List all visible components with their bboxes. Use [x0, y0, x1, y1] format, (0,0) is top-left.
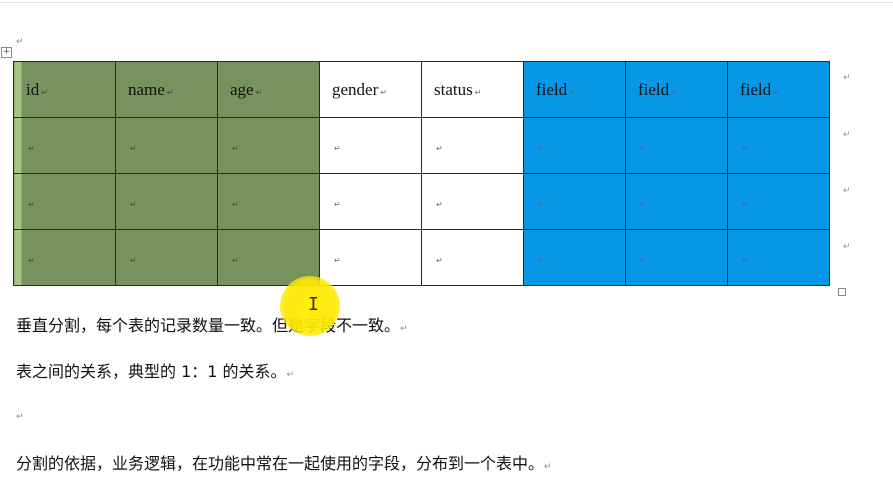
paragraph-3-empty[interactable]: ↵ — [16, 404, 24, 423]
cell-end-mark: ↵ — [671, 87, 678, 97]
table-cell[interactable]: ↵ — [625, 229, 728, 286]
cell-end-mark: ↵ — [640, 255, 647, 265]
table-header-cell[interactable]: field ↵ — [727, 61, 830, 118]
cell-end-mark: ↵ — [538, 255, 545, 265]
header-label: gender — [332, 79, 379, 99]
cell-end-mark: ↵ — [28, 143, 35, 153]
table-header-cell[interactable]: age ↵ — [217, 61, 320, 118]
data-table: id ↵ name ↵ age ↵ gender ↵ status ↵ field ↵ field ↵ fi… — [13, 61, 830, 286]
table-header-cell[interactable]: field ↵ — [625, 61, 728, 118]
header-label: status — [434, 79, 473, 99]
table-cell[interactable]: ↵ — [13, 117, 116, 174]
cell-end-mark: ↵ — [28, 199, 35, 209]
table-cell[interactable]: ↵ — [13, 229, 116, 286]
header-label: name — [128, 79, 165, 99]
row-end-mark: ↵ — [843, 130, 851, 140]
table-cell[interactable]: ↵ — [115, 173, 218, 230]
table-cell[interactable]: ↵ — [13, 173, 116, 230]
cell-end-mark: ↵ — [538, 199, 545, 209]
header-label: field — [638, 79, 670, 99]
header-label: field — [536, 79, 568, 99]
cell-end-mark: ↵ — [640, 199, 647, 209]
cell-end-mark: ↵ — [255, 87, 263, 97]
cell-end-mark: ↵ — [474, 87, 482, 97]
table-row: ↵ ↵ ↵ ↵ ↵ ↵ ↵ ↵ — [13, 173, 830, 230]
table-move-handle-icon[interactable]: + — [1, 47, 12, 58]
paragraph-mark: ↵ — [16, 412, 24, 422]
row-end-mark: ↵ — [843, 242, 851, 252]
cell-end-mark: ↵ — [569, 87, 576, 97]
paragraph-mark: ↵ — [16, 37, 24, 47]
table-cell[interactable]: ↵ — [421, 229, 524, 286]
table-cell[interactable]: ↵ — [523, 229, 626, 286]
cell-end-mark: ↵ — [436, 255, 443, 265]
paragraph-2[interactable]: 表之间的关系，典型的 1：1 的关系。↵ — [16, 358, 294, 382]
paragraph-text: 垂直分割，每个表的记录数量一致。但是字段不一致。 — [16, 316, 401, 335]
cell-end-mark: ↵ — [232, 255, 239, 265]
paragraph-text: 分割的依据，业务逻辑，在功能中常在一起使用的字段，分布到一个表中。 — [16, 454, 545, 473]
cell-end-mark: ↵ — [538, 143, 545, 153]
cell-end-mark: ↵ — [334, 199, 341, 209]
table-cell[interactable]: ↵ — [625, 117, 728, 174]
table-header-cell[interactable]: gender ↵ — [319, 61, 422, 118]
cell-end-mark: ↵ — [130, 199, 137, 209]
table-row: ↵ ↵ ↵ ↵ ↵ ↵ ↵ ↵ — [13, 229, 830, 286]
header-label: age — [230, 79, 254, 99]
cell-end-mark: ↵ — [742, 143, 749, 153]
cell-end-mark: ↵ — [742, 255, 749, 265]
table-cell[interactable]: ↵ — [319, 173, 422, 230]
cell-end-mark: ↵ — [334, 255, 341, 265]
text-cursor-icon: I — [308, 294, 319, 315]
header-label: id — [26, 79, 40, 99]
table-header-row: id ↵ name ↵ age ↵ gender ↵ status ↵ field ↵ field ↵ fi… — [13, 61, 830, 118]
table-header-cell[interactable]: name ↵ — [115, 61, 218, 118]
table-cell[interactable]: ↵ — [421, 117, 524, 174]
document-page: + ↵ id ↵ name ↵ age ↵ gender ↵ status ↵ field ↵ fiel… — [0, 0, 893, 482]
table-cell[interactable]: ↵ — [217, 117, 320, 174]
cell-end-mark: ↵ — [232, 199, 239, 209]
paragraph-1[interactable]: 垂直分割，每个表的记录数量一致。但是字段不一致。↵ — [16, 312, 408, 336]
table-cell[interactable]: ↵ — [523, 117, 626, 174]
paragraph-text: 表之间的关系，典型的 1：1 的关系。 — [16, 362, 287, 381]
table-cell[interactable]: ↵ — [625, 173, 728, 230]
table-cell[interactable]: ↵ — [319, 229, 422, 286]
table-cell[interactable]: ↵ — [421, 173, 524, 230]
row-end-mark: ↵ — [843, 73, 851, 83]
cell-end-mark: ↵ — [130, 143, 137, 153]
cell-end-mark: ↵ — [41, 87, 48, 97]
cell-end-mark: ↵ — [28, 255, 35, 265]
cell-end-mark: ↵ — [640, 143, 647, 153]
cell-end-mark: ↵ — [773, 87, 780, 97]
table-cell[interactable]: ↵ — [217, 173, 320, 230]
table-header-cell[interactable]: id ↵ — [13, 61, 116, 118]
table-cell[interactable]: ↵ — [319, 117, 422, 174]
cell-end-mark: ↵ — [232, 143, 239, 153]
paragraph-4[interactable]: 分割的依据，业务逻辑，在功能中常在一起使用的字段，分布到一个表中。↵ — [16, 450, 552, 474]
table-header-cell[interactable]: status ↵ — [421, 61, 524, 118]
table-cell[interactable]: ↵ — [727, 229, 830, 286]
table-cell[interactable]: ↵ — [727, 117, 830, 174]
cell-end-mark: ↵ — [166, 87, 174, 97]
cell-end-mark: ↵ — [436, 143, 443, 153]
ruler-edge — [0, 2, 893, 3]
table-cell[interactable]: ↵ — [115, 229, 218, 286]
cell-end-mark: ↵ — [130, 255, 137, 265]
paragraph-mark: ↵ — [400, 324, 408, 334]
cell-end-mark: ↵ — [436, 199, 443, 209]
table-cell[interactable]: ↵ — [115, 117, 218, 174]
table-cell[interactable]: ↵ — [727, 173, 830, 230]
table-header-cell[interactable]: field ↵ — [523, 61, 626, 118]
cell-end-mark: ↵ — [380, 87, 387, 97]
paragraph-mark: ↵ — [286, 370, 295, 380]
table-row: ↵ ↵ ↵ ↵ ↵ ↵ ↵ ↵ — [13, 117, 830, 174]
cell-end-mark: ↵ — [742, 199, 749, 209]
cell-end-mark: ↵ — [334, 143, 341, 153]
table-resize-handle-icon[interactable] — [838, 288, 846, 296]
row-end-mark: ↵ — [843, 186, 851, 196]
header-label: field — [740, 79, 772, 99]
paragraph-mark: ↵ — [544, 462, 552, 472]
table-cell[interactable]: ↵ — [523, 173, 626, 230]
